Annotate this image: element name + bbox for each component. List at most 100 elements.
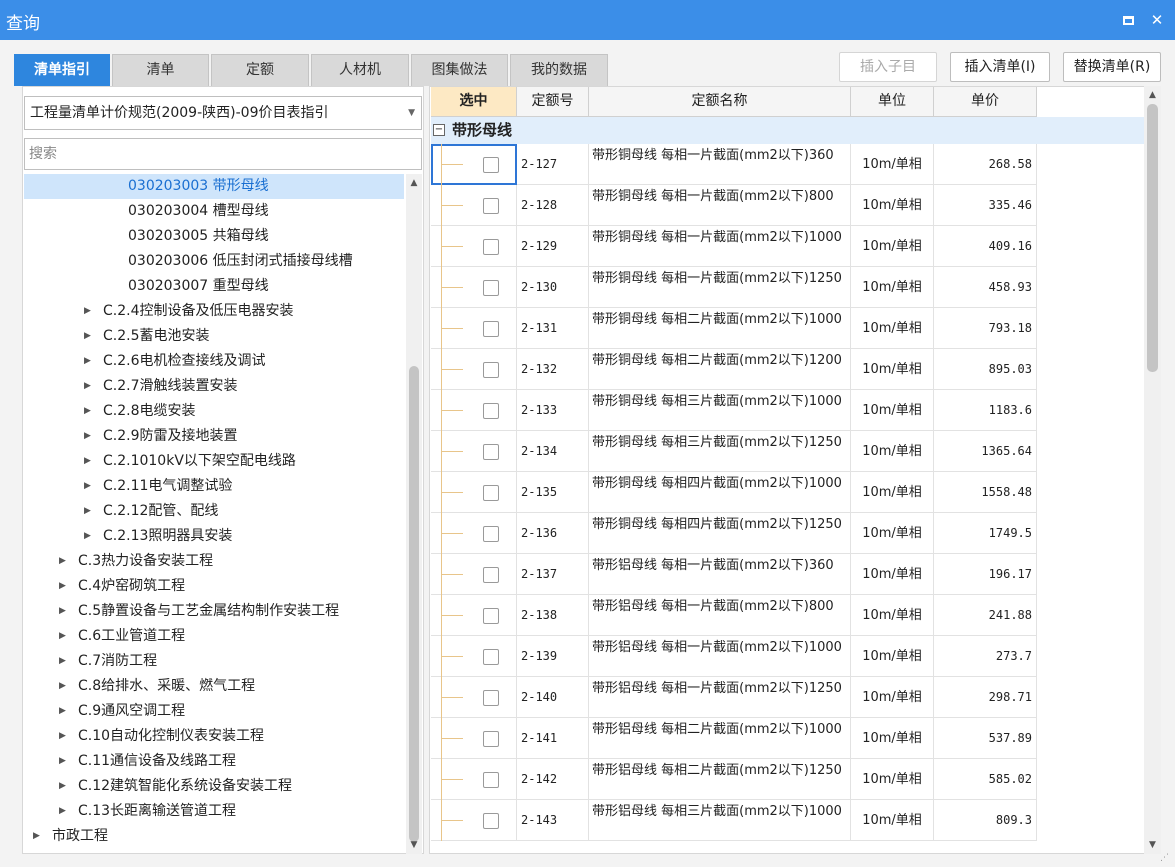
expand-arrow-icon[interactable]: ▶ xyxy=(59,724,66,749)
tree-item[interactable]: ▶ 市政工程 xyxy=(24,824,404,849)
select-cell[interactable] xyxy=(431,144,517,185)
tree-item[interactable]: ▶ C.7消防工程 xyxy=(24,649,404,674)
row-checkbox[interactable] xyxy=(483,362,499,378)
tree-item[interactable]: ▶ C.4炉窑砌筑工程 xyxy=(24,574,404,599)
header-unit[interactable]: 单位 xyxy=(851,87,934,117)
table-row[interactable]: 2-140 带形铝母线 每相一片截面(mm2以下)1250 10m/单相 298.71 xyxy=(431,677,1037,718)
expand-arrow-icon[interactable]: ▶ xyxy=(59,599,66,624)
tree-item[interactable]: ▶ C.2.9防雷及接地装置 xyxy=(24,424,404,449)
grid-scrollbar[interactable]: ▲ ▼ xyxy=(1144,86,1161,854)
expand-arrow-icon[interactable]: ▶ xyxy=(59,624,66,649)
table-row[interactable]: 2-127 带形铜母线 每相一片截面(mm2以下)360 10m/单相 268.58 xyxy=(431,144,1037,185)
row-checkbox[interactable] xyxy=(483,157,499,173)
row-checkbox[interactable] xyxy=(483,813,499,829)
scroll-up-icon[interactable]: ▲ xyxy=(406,176,422,190)
tree-item[interactable]: 030203004 槽型母线 xyxy=(24,199,404,224)
expand-arrow-icon[interactable]: ▶ xyxy=(59,574,66,599)
expand-arrow-icon[interactable]: ▶ xyxy=(84,299,91,324)
scrollbar-thumb[interactable] xyxy=(409,366,419,842)
row-checkbox[interactable] xyxy=(483,608,499,624)
row-checkbox[interactable] xyxy=(483,280,499,296)
row-checkbox[interactable] xyxy=(483,403,499,419)
tab-atlas-method[interactable]: 图集做法 xyxy=(411,54,508,86)
select-cell[interactable] xyxy=(431,718,517,759)
insert-child-button[interactable]: 插入子目 xyxy=(839,52,937,82)
table-row[interactable]: 2-131 带形铜母线 每相二片截面(mm2以下)1000 10m/单相 793.18 xyxy=(431,308,1037,349)
tree-item[interactable]: ▶ C.2.1010kV以下架空配电线路 xyxy=(24,449,404,474)
expand-arrow-icon[interactable]: ▶ xyxy=(59,674,66,699)
row-checkbox[interactable] xyxy=(483,485,499,501)
row-checkbox[interactable] xyxy=(483,526,499,542)
close-icon[interactable]: ✕ xyxy=(1146,9,1168,31)
scrollbar-thumb[interactable] xyxy=(1147,104,1158,372)
header-name[interactable]: 定额名称 xyxy=(589,87,851,117)
tree-item[interactable]: ▶ C.8给排水、采暖、燃气工程 xyxy=(24,674,404,699)
tab-quota[interactable]: 定额 xyxy=(211,54,309,86)
expand-arrow-icon[interactable]: ▶ xyxy=(84,524,91,549)
select-cell[interactable] xyxy=(431,431,517,472)
table-row[interactable]: 2-133 带形铜母线 每相三片截面(mm2以下)1000 10m/单相 1183.6 xyxy=(431,390,1037,431)
expand-arrow-icon[interactable]: ▶ xyxy=(59,799,66,824)
tree-item[interactable]: ▶ C.2.7滑触线装置安装 xyxy=(24,374,404,399)
select-cell[interactable] xyxy=(431,185,517,226)
table-row[interactable]: 2-134 带形铜母线 每相三片截面(mm2以下)1250 10m/单相 1365.6… xyxy=(431,431,1037,472)
scroll-down-icon[interactable]: ▼ xyxy=(406,838,422,852)
expand-arrow-icon[interactable]: ▶ xyxy=(84,374,91,399)
expand-arrow-icon[interactable]: ▶ xyxy=(59,649,66,674)
tree-item[interactable]: ▶ C.10自动化控制仪表安装工程 xyxy=(24,724,404,749)
maximize-icon[interactable] xyxy=(1117,9,1139,31)
tab-my-data[interactable]: 我的数据 xyxy=(510,54,608,86)
group-row[interactable]: − 带形母线 xyxy=(431,117,1145,144)
expand-arrow-icon[interactable]: ▶ xyxy=(59,749,66,774)
tree-item[interactable]: ▶ C.6工业管道工程 xyxy=(24,624,404,649)
tree-item[interactable]: ▶ C.2.6电机检查接线及调试 xyxy=(24,349,404,374)
tree-item[interactable]: ▶ C.12建筑智能化系统设备安装工程 xyxy=(24,774,404,799)
tree-item[interactable]: ▶ C.5静置设备与工艺金属结构制作安装工程 xyxy=(24,599,404,624)
expand-arrow-icon[interactable]: ▶ xyxy=(59,774,66,799)
tree-item[interactable]: 030203005 共箱母线 xyxy=(24,224,404,249)
expand-arrow-icon[interactable]: ▶ xyxy=(84,449,91,474)
standard-select[interactable]: 工程量清单计价规范(2009-陕西)-09价目表指引 ▼ xyxy=(24,96,422,130)
table-row[interactable]: 2-130 带形铜母线 每相一片截面(mm2以下)1250 10m/单相 458.93 xyxy=(431,267,1037,308)
tree-item[interactable]: ▶ C.2.13照明器具安装 xyxy=(24,524,404,549)
row-checkbox[interactable] xyxy=(483,567,499,583)
table-row[interactable]: 2-137 带形铝母线 每相一片截面(mm2以下)360 10m/单相 196.17 xyxy=(431,554,1037,595)
table-row[interactable]: 2-129 带形铜母线 每相一片截面(mm2以下)1000 10m/单相 409.16 xyxy=(431,226,1037,267)
table-row[interactable]: 2-143 带形铝母线 每相三片截面(mm2以下)1000 10m/单相 809.3 xyxy=(431,800,1037,841)
dropdown-arrow-icon[interactable]: ▼ xyxy=(408,97,415,129)
select-cell[interactable] xyxy=(431,800,517,841)
select-cell[interactable] xyxy=(431,636,517,677)
search-input[interactable] xyxy=(24,138,422,170)
tree-scrollbar[interactable]: ▲ ▼ xyxy=(406,174,422,854)
table-row[interactable]: 2-141 带形铝母线 每相二片截面(mm2以下)1000 10m/单相 537.89 xyxy=(431,718,1037,759)
tree-item[interactable]: 030203003 带形母线 xyxy=(24,174,404,199)
table-row[interactable]: 2-132 带形铜母线 每相二片截面(mm2以下)1200 10m/单相 895.03 xyxy=(431,349,1037,390)
tree-item[interactable]: ▶ C.9通风空调工程 xyxy=(24,699,404,724)
expand-arrow-icon[interactable]: ▶ xyxy=(84,499,91,524)
row-checkbox[interactable] xyxy=(483,731,499,747)
select-cell[interactable] xyxy=(431,308,517,349)
expand-arrow-icon[interactable]: ▶ xyxy=(59,699,66,724)
tree-item[interactable]: ▶ C.11通信设备及线路工程 xyxy=(24,749,404,774)
select-cell[interactable] xyxy=(431,267,517,308)
table-row[interactable]: 2-138 带形铝母线 每相一片截面(mm2以下)800 10m/单相 241.88 xyxy=(431,595,1037,636)
table-row[interactable]: 2-136 带形铜母线 每相四片截面(mm2以下)1250 10m/单相 1749.5 xyxy=(431,513,1037,554)
row-checkbox[interactable] xyxy=(483,444,499,460)
tree-item[interactable]: ▶ C.2.4控制设备及低压电器安装 xyxy=(24,299,404,324)
tab-list[interactable]: 清单 xyxy=(112,54,209,86)
expand-arrow-icon[interactable]: ▶ xyxy=(84,324,91,349)
header-price[interactable]: 单价 xyxy=(934,87,1037,117)
expand-arrow-icon[interactable]: ▶ xyxy=(59,549,66,574)
row-checkbox[interactable] xyxy=(483,239,499,255)
tab-labor-material[interactable]: 人材机 xyxy=(311,54,409,86)
tree-item[interactable]: ▶ C.2.12配管、配线 xyxy=(24,499,404,524)
select-cell[interactable] xyxy=(431,759,517,800)
tree-item[interactable]: ▶ C.2.8电缆安装 xyxy=(24,399,404,424)
row-checkbox[interactable] xyxy=(483,198,499,214)
select-cell[interactable] xyxy=(431,472,517,513)
replace-list-button[interactable]: 替换清单(R) xyxy=(1063,52,1161,82)
select-cell[interactable] xyxy=(431,554,517,595)
select-cell[interactable] xyxy=(431,349,517,390)
table-row[interactable]: 2-142 带形铝母线 每相二片截面(mm2以下)1250 10m/单相 585.02 xyxy=(431,759,1037,800)
row-checkbox[interactable] xyxy=(483,690,499,706)
